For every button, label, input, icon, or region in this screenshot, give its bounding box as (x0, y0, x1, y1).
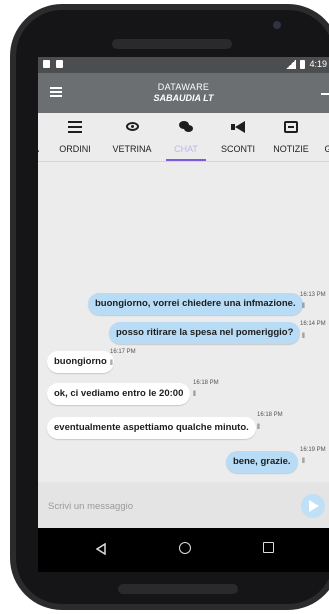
message-bubble: posso ritirare la spesa nel pomeriggio? (109, 322, 301, 344)
message-bubble: ok, ci vediamo entro le 20:00 (47, 383, 191, 405)
megaphone-icon (231, 121, 245, 133)
nav-back-button[interactable] (95, 542, 106, 560)
battery-icon (300, 59, 306, 69)
message-composer (38, 482, 329, 528)
nav-home-button[interactable] (179, 542, 191, 554)
screen: 4:19 DATAWARE SABAUDIA LT A ORDINI VETRI… (38, 57, 329, 572)
send-button[interactable] (301, 494, 325, 518)
home-circle-icon (179, 542, 191, 554)
message-bubble: buongiorno, vorrei chiedere una infmazio… (88, 293, 303, 315)
app-title: DATAWARE (157, 82, 210, 92)
app-subtitle: SABAUDIA LT (153, 93, 214, 103)
recents-square-icon (263, 542, 274, 553)
message-timestamp: 16:13 PM (300, 292, 326, 298)
minus-icon[interactable] (321, 93, 329, 95)
message-timestamp: 16:18 PM (193, 380, 219, 386)
chin-grille (118, 584, 238, 594)
camera-dot (273, 21, 281, 29)
tab-ordini[interactable]: ORDINI (50, 113, 100, 161)
message-timestamp: 16:17 PM (110, 349, 136, 355)
tab-notizie[interactable]: NOTIZIE (264, 113, 318, 161)
message-bubble: bene, grazie. (226, 451, 298, 473)
read-receipt-icon: ǁ (110, 360, 113, 367)
tab-chat[interactable]: CHAT (162, 113, 210, 161)
message-input[interactable] (46, 494, 290, 518)
tab-partial-left[interactable]: A (38, 113, 50, 161)
message-timestamp: 16:14 PM (300, 321, 326, 327)
tab-label: G (324, 144, 329, 154)
message-bubble: buongiorno (47, 351, 114, 373)
tab-label: ORDINI (59, 144, 91, 154)
message-timestamp: 16:19 PM (300, 447, 326, 453)
tab-label: A (38, 144, 50, 154)
newspaper-icon (284, 121, 298, 133)
notification-icon (43, 60, 50, 68)
chat-area[interactable]: buongiorno, vorrei chiedere una infmazio… (38, 162, 329, 482)
speaker-grille (112, 39, 232, 49)
chat-icon (179, 121, 193, 132)
message-timestamp: 16:18 PM (257, 412, 283, 418)
message-bubble: eventualmente aspettiamo qualche minuto. (47, 417, 256, 439)
tab-vetrina[interactable]: VETRINA (104, 113, 160, 161)
tab-label: CHAT (174, 144, 198, 154)
back-triangle-icon (95, 542, 106, 556)
eye-icon (125, 122, 139, 131)
tab-partial-right[interactable]: G (318, 113, 329, 161)
read-receipt-icon: ǁ (302, 303, 305, 310)
android-icon (56, 60, 63, 68)
app-bar: DATAWARE SABAUDIA LT (38, 73, 329, 113)
list-icon (68, 121, 82, 133)
system-nav-bar (38, 528, 329, 572)
read-receipt-icon: ǁ (193, 391, 196, 398)
active-tab-indicator (166, 159, 206, 161)
read-receipt-icon: ǁ (302, 458, 305, 465)
read-receipt-icon: ǁ (257, 424, 260, 431)
status-time: 4:19 (309, 59, 327, 69)
read-receipt-icon: ǁ (302, 333, 305, 340)
tab-label: NOTIZIE (273, 144, 309, 154)
nav-recents-button[interactable] (263, 542, 274, 553)
tab-label: VETRINA (112, 144, 152, 154)
signal-icon (286, 59, 297, 69)
tab-label: SCONTI (220, 144, 255, 154)
status-bar: 4:19 (38, 57, 329, 73)
tab-sconti[interactable]: SCONTI (212, 113, 264, 161)
tab-bar: A ORDINI VETRINA CHAT SCONTI NOTIZIE G (38, 113, 329, 162)
